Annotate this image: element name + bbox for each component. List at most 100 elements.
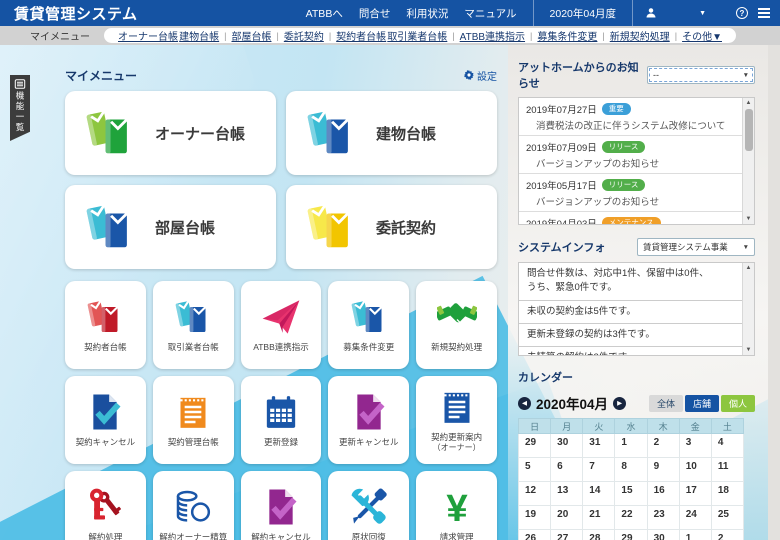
calendar-day-cell[interactable]: 17 (678, 481, 712, 506)
menu-tile[interactable]: 解約処理 (65, 471, 146, 540)
news-scrollbar[interactable]: ▲ ▼ (742, 98, 754, 224)
calendar-day-cell[interactable]: 25 (710, 505, 745, 530)
calendar-day-cell[interactable]: 7 (582, 457, 616, 482)
news-item[interactable]: 2019年07月27日 重要 消費税法の改正に伴うシステム改修について (519, 98, 742, 136)
calendar-tab[interactable]: 個人 (720, 394, 755, 412)
calendar-tab[interactable]: 店舗 (684, 394, 719, 412)
news-item[interactable]: 2019年07月09日 リリース バージョンアップのお知らせ (519, 136, 742, 174)
tile-label: 募集条件変更 (343, 342, 395, 353)
menu-tile[interactable]: 契約キャンセル (65, 376, 146, 464)
news-item-header: 2019年05月17日 リリース (526, 178, 735, 192)
calendar-day-cell[interactable]: 2 (646, 433, 680, 458)
nav-link[interactable]: 建物台帳 (179, 28, 219, 43)
header-link[interactable]: ATBBへ (306, 6, 343, 21)
help-icon[interactable]: ? (736, 7, 748, 19)
calendar-day-cell[interactable]: 31 (582, 433, 616, 458)
calendar-day-cell[interactable]: 20 (550, 505, 584, 530)
nav-link[interactable]: 部屋台帳 (231, 28, 271, 43)
period-label: 2020年04月度 (549, 7, 617, 20)
calendar-day-cell[interactable]: 23 (646, 505, 680, 530)
menu-tile[interactable]: オーナー台帳 (65, 91, 276, 175)
function-list-ribbon[interactable]: 機能一覧 (10, 75, 30, 141)
calendar-day-cell[interactable]: 6 (550, 457, 584, 482)
scroll-up-icon[interactable]: ▲ (746, 100, 752, 106)
news-item[interactable]: 2019年05月17日 リリース バージョンアップのお知らせ (519, 174, 742, 212)
calendar-day-cell[interactable]: 1 (614, 433, 648, 458)
settings-link[interactable]: 設定 (464, 68, 497, 83)
nav-link[interactable]: その他▼ (682, 28, 722, 43)
calendar-day-cell[interactable]: 11 (710, 457, 745, 482)
calendar-day-cell[interactable]: 1 (678, 529, 712, 540)
menu-tile[interactable]: 新規契約処理 (416, 281, 497, 369)
calendar-day-cell[interactable]: 4 (710, 433, 745, 458)
menu-tile[interactable]: 契約更新案内 （オーナー） (416, 376, 497, 464)
scroll-down-icon[interactable]: ▼ (746, 216, 752, 222)
calendar-day-cell[interactable]: 29 (517, 433, 552, 458)
calendar-day-cell[interactable]: 14 (582, 481, 616, 506)
calendar-tab[interactable]: 全体 (648, 394, 683, 412)
nav-link[interactable]: 取引業者台帳 (387, 28, 447, 43)
menu-tile[interactable]: 更新登録 (240, 376, 322, 464)
menu-tile[interactable]: 取引業者台帳 (152, 281, 234, 369)
calendar-day-cell[interactable]: 3 (678, 433, 712, 458)
next-month-button[interactable]: ▶ (613, 396, 627, 410)
nav-link[interactable]: オーナー台帳 (118, 28, 178, 43)
menu-tile[interactable]: ATBB連携指示 (240, 281, 322, 369)
menu-tile[interactable]: 契約管理台帳 (152, 376, 234, 464)
news-item[interactable]: 2019年04月03日メンテナンス改元に伴うシステム変更点について (519, 212, 742, 224)
calendar-day-cell[interactable]: 9 (646, 457, 680, 482)
nav-link[interactable]: ATBB連携指示 (460, 28, 525, 43)
menu-tile[interactable]: 契約者台帳 (65, 281, 146, 369)
calendar-day-cell[interactable]: 19 (517, 505, 552, 530)
sysinfo-scrollbar[interactable]: ▲ ▼ (742, 263, 754, 355)
calendar-day-cell[interactable]: 13 (550, 481, 584, 506)
menu-tile[interactable]: 募集条件変更 (328, 281, 410, 369)
menu-tile[interactable]: 更新キャンセル (328, 376, 410, 464)
calendar-day-cell[interactable]: 2 (710, 529, 745, 540)
header-link[interactable]: マニュアル (464, 6, 516, 21)
menu-icon[interactable] (758, 8, 770, 18)
calendar-day-cell[interactable]: 29 (614, 529, 648, 540)
calendar-day-cell[interactable]: 10 (678, 457, 712, 482)
calendar-day-cell[interactable]: 5 (517, 457, 552, 482)
calendar-day-cell[interactable]: 16 (646, 481, 680, 506)
right-panel: アットホームからのお知らせ -- ▼ 2019年07月27日 重要 消費税法の改正に… (508, 45, 768, 540)
calendar-day-cell[interactable]: 22 (614, 505, 648, 530)
calendar-day-cell[interactable]: 26 (517, 529, 552, 540)
calendar-day-header: 日 (517, 418, 552, 434)
menu-tile[interactable]: ¥ 請求管理 (416, 471, 497, 540)
calendar-day-cell[interactable]: 30 (646, 529, 680, 540)
scroll-up-icon[interactable]: ▲ (746, 265, 752, 271)
period-selector[interactable]: 2020年04月度 (532, 0, 634, 26)
calendar-day-cell[interactable]: 18 (710, 481, 745, 506)
menu-tile[interactable]: 委託契約 (286, 185, 497, 269)
scroll-down-icon[interactable]: ▼ (746, 347, 752, 353)
menu-tile[interactable]: 原状回復 (328, 471, 410, 540)
prev-month-button[interactable]: ◀ (518, 396, 531, 410)
menu-tile[interactable]: 部屋台帳 (65, 185, 276, 269)
menu-tile[interactable]: 解約キャンセル (240, 471, 322, 540)
menu-tile[interactable]: 建物台帳 (286, 91, 497, 175)
menu-tile[interactable]: 解約オーナー精算 (152, 471, 234, 540)
nav-link[interactable]: 委託契約 (284, 28, 324, 43)
header-link[interactable]: 問合せ (359, 6, 391, 21)
calendar-day-cell[interactable]: 21 (582, 505, 616, 530)
calendar-day-cell[interactable]: 15 (614, 481, 648, 506)
nav-tab-mymenu[interactable]: マイメニュー (30, 28, 90, 43)
header-link[interactable]: 利用状況 (406, 6, 448, 21)
nav-link[interactable]: 募集条件変更 (537, 28, 597, 43)
calendar-day-cell[interactable]: 28 (582, 529, 616, 540)
calendar-day-cell[interactable]: 24 (678, 505, 712, 530)
calendar-day-cell[interactable]: 12 (517, 481, 552, 506)
calendar-day-cell[interactable]: 8 (614, 457, 648, 482)
nav-link[interactable]: 新規契約処理 (610, 28, 670, 43)
calendar-day-cell[interactable]: 27 (550, 529, 584, 540)
news-filter-select[interactable]: -- ▼ (647, 66, 755, 84)
calendar-heading: カレンダー (518, 372, 573, 384)
nav-link[interactable]: 契約者台帳 (336, 28, 386, 43)
news-item-header: 2019年07月09日 リリース (526, 140, 735, 154)
scrollbar-thumb[interactable] (744, 109, 753, 151)
user-menu[interactable]: ▼ (633, 7, 718, 19)
calendar-day-cell[interactable]: 30 (550, 433, 584, 458)
sysinfo-filter-select[interactable]: 賃貸管理システム事業 ▼ (637, 238, 755, 256)
